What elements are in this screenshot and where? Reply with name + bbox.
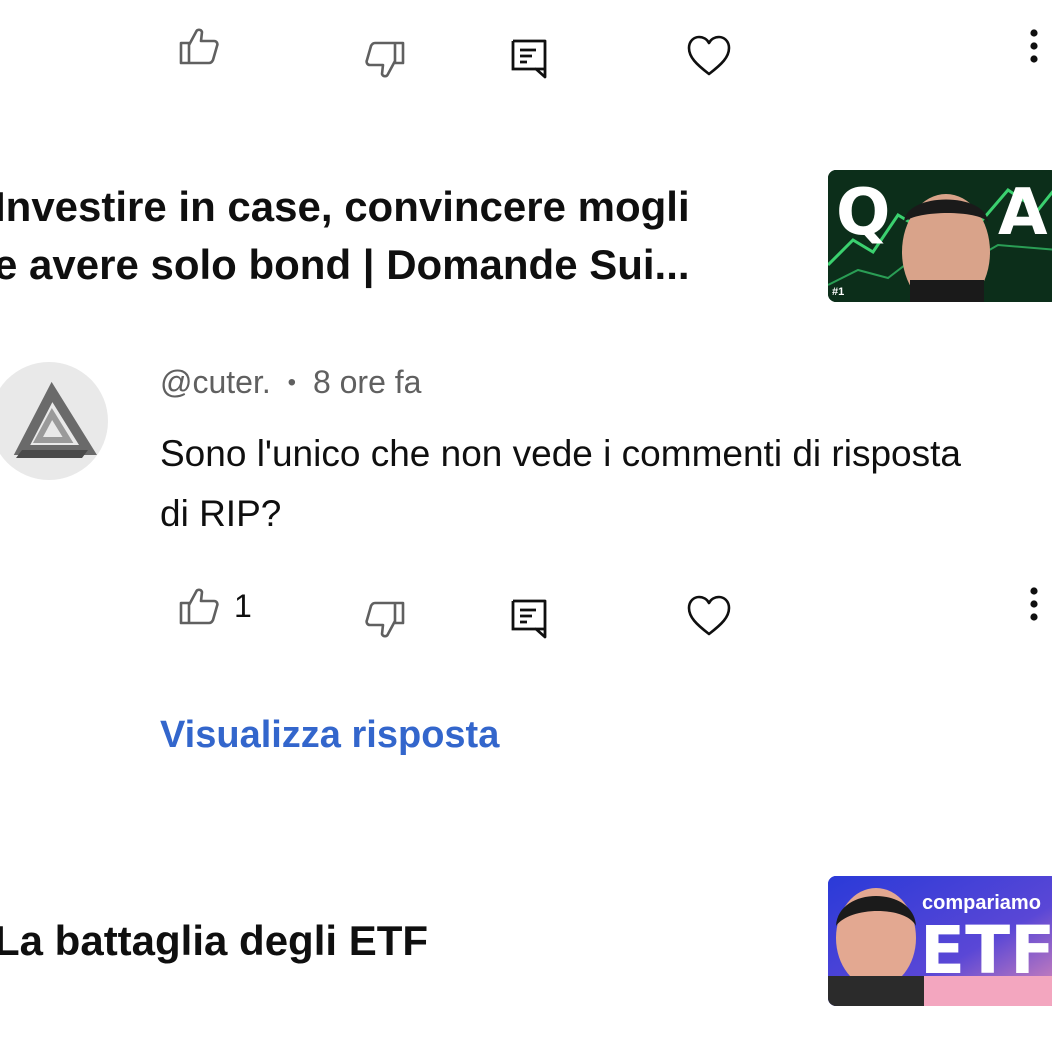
thumbnail2-big-text: ETF: [920, 912, 1052, 989]
video-title-line1: Investire in case, convincere mogli: [0, 183, 690, 230]
reply-icon: [511, 39, 547, 79]
view-replies-link[interactable]: Visualizza risposta: [160, 714, 499, 757]
thumbnail-letter-a: A: [998, 176, 1048, 250]
comment-reply-button[interactable]: [510, 598, 548, 640]
comment-like-button[interactable]: [178, 586, 220, 626]
comment-author[interactable]: @cuter.: [160, 364, 271, 400]
thumbs-up-icon: [179, 28, 219, 65]
comment-time: 8 ore fa: [312, 364, 422, 400]
reply-icon: [511, 599, 547, 639]
thumbs-up-icon: [179, 588, 219, 625]
comment-text: Sono l'unico che non vede i commenti di …: [160, 433, 961, 534]
video2-thumbnail[interactable]: compariamo ETF: [828, 876, 1052, 1006]
comment-more-options-button[interactable]: [1026, 586, 1042, 624]
comment-like-count: 1: [234, 588, 252, 624]
reply-button[interactable]: [510, 38, 548, 80]
more-vert-icon: [1030, 29, 1038, 63]
thumbs-down-icon: [365, 601, 405, 638]
dislike-button[interactable]: [364, 40, 406, 80]
video-thumbnail[interactable]: Q A #1: [828, 170, 1052, 302]
comment-heart-button[interactable]: [686, 594, 732, 638]
meta-separator: •: [287, 369, 297, 396]
video-title-line2: e avere solo bond | Domande Sui...: [0, 241, 690, 288]
avatar-impossible-triangle: [13, 381, 97, 458]
thumbnail-letter-q: Q: [836, 176, 891, 250]
comment-dislike-button[interactable]: [364, 600, 406, 640]
comment-meta: @cuter. • 8 ore fa: [160, 364, 421, 401]
thumbnail-badge: #1: [832, 286, 845, 298]
thumbs-down-icon: [365, 41, 405, 78]
avatar[interactable]: [0, 362, 108, 480]
more-options-button[interactable]: [1026, 28, 1042, 66]
video-title[interactable]: Investire in case, convincere mogli e av…: [0, 178, 690, 294]
heart-icon: [687, 595, 731, 636]
video2-title[interactable]: La battaglia degli ETF: [0, 912, 428, 970]
heart-button[interactable]: [686, 34, 732, 78]
heart-icon: [687, 35, 731, 76]
like-button[interactable]: [178, 26, 220, 66]
more-vert-icon: [1030, 587, 1038, 621]
